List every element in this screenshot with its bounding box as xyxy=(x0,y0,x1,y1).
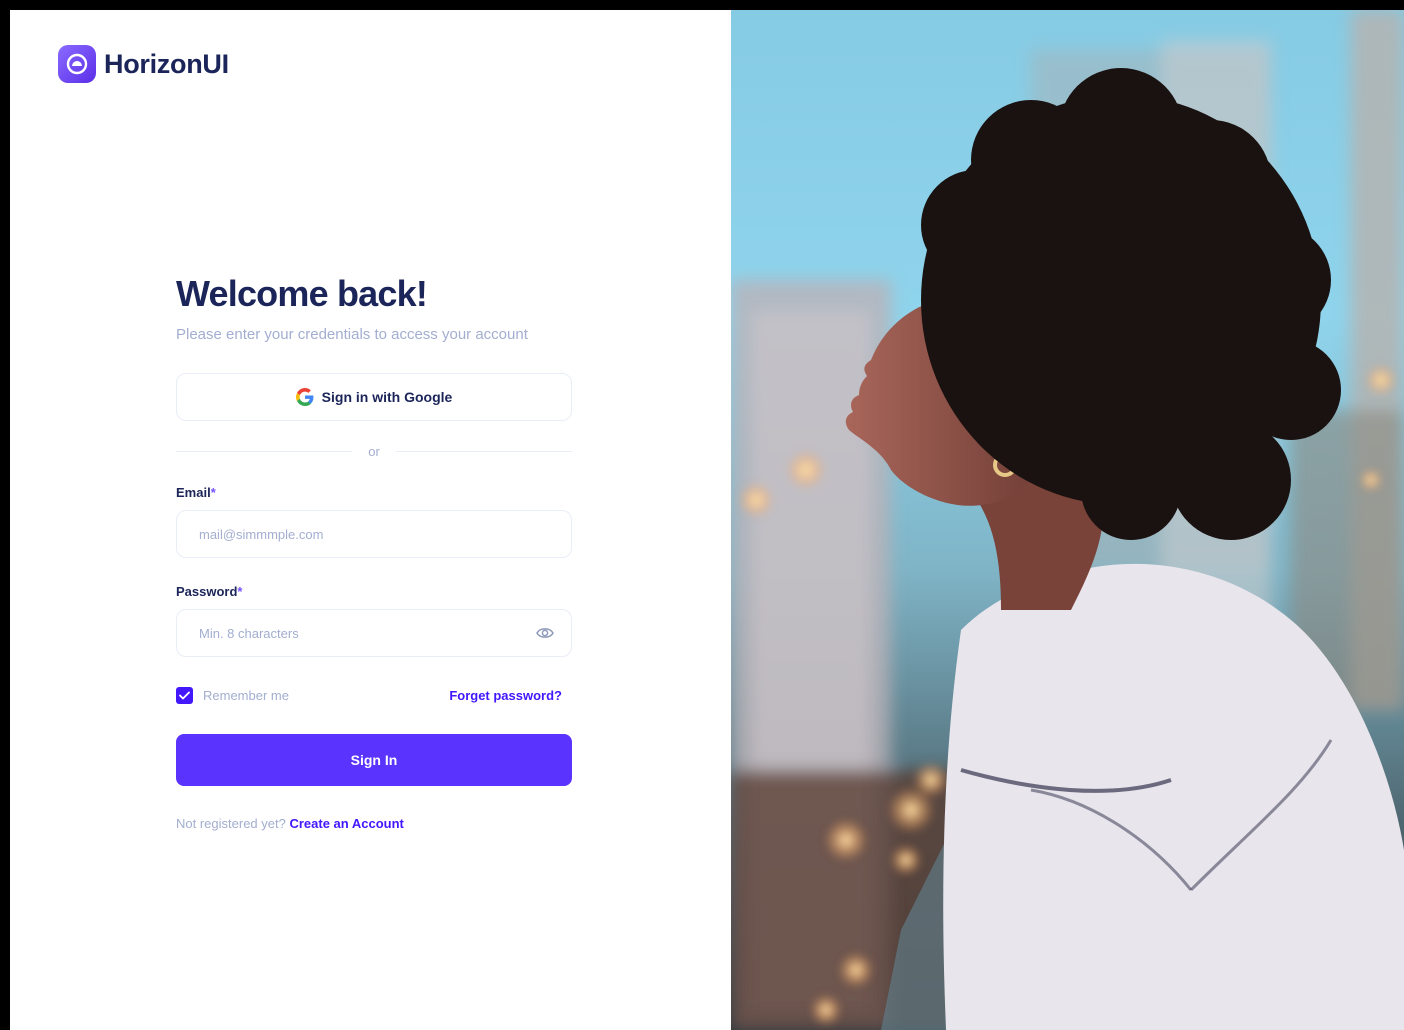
brand-name: HorizonUI xyxy=(104,48,229,79)
register-prompt: Not registered yet? Create an Account xyxy=(176,816,572,831)
options-row: Remember me Forget password? xyxy=(176,687,572,704)
page-subtitle: Please enter your credentials to access … xyxy=(176,326,528,343)
login-panel: HorizonUI Welcome back! Please enter you… xyxy=(10,10,731,1030)
create-account-link[interactable]: Create an Account xyxy=(289,816,403,831)
password-field[interactable] xyxy=(176,609,572,657)
register-prompt-text: Not registered yet? xyxy=(176,816,286,831)
remember-label: Remember me xyxy=(203,688,289,703)
divider-text: or xyxy=(368,443,380,459)
divider-line xyxy=(395,450,572,452)
email-label-text: Email xyxy=(176,485,211,500)
signin-button[interactable]: Sign In xyxy=(176,734,572,786)
google-button-label: Sign in with Google xyxy=(321,389,453,405)
hero-image xyxy=(731,10,1404,1030)
horizon-logo-icon xyxy=(58,45,96,83)
remember-checkbox[interactable] xyxy=(176,687,193,704)
password-label-text: Password xyxy=(176,584,238,599)
google-icon xyxy=(295,388,314,406)
brand[interactable]: HorizonUI xyxy=(58,45,229,83)
check-icon xyxy=(179,691,190,700)
password-label: Password* xyxy=(176,584,572,599)
page-title: Welcome back! xyxy=(176,273,428,314)
divider-line xyxy=(176,450,353,452)
required-mark: * xyxy=(237,584,243,599)
login-page: HorizonUI Welcome back! Please enter you… xyxy=(10,10,1404,1030)
required-mark: * xyxy=(210,485,216,500)
remember-me[interactable]: Remember me xyxy=(176,687,289,704)
email-field[interactable] xyxy=(176,510,572,558)
or-divider: or xyxy=(176,443,572,459)
login-form: Welcome back! Please enter your credenti… xyxy=(176,272,572,831)
google-signin-button[interactable]: Sign in with Google xyxy=(176,373,572,421)
password-wrapper xyxy=(176,609,572,657)
hero-illustration xyxy=(731,10,1404,1030)
forgot-password-link[interactable]: Forget password? xyxy=(449,688,562,703)
email-label: Email* xyxy=(176,485,572,500)
eye-icon[interactable] xyxy=(536,626,554,640)
